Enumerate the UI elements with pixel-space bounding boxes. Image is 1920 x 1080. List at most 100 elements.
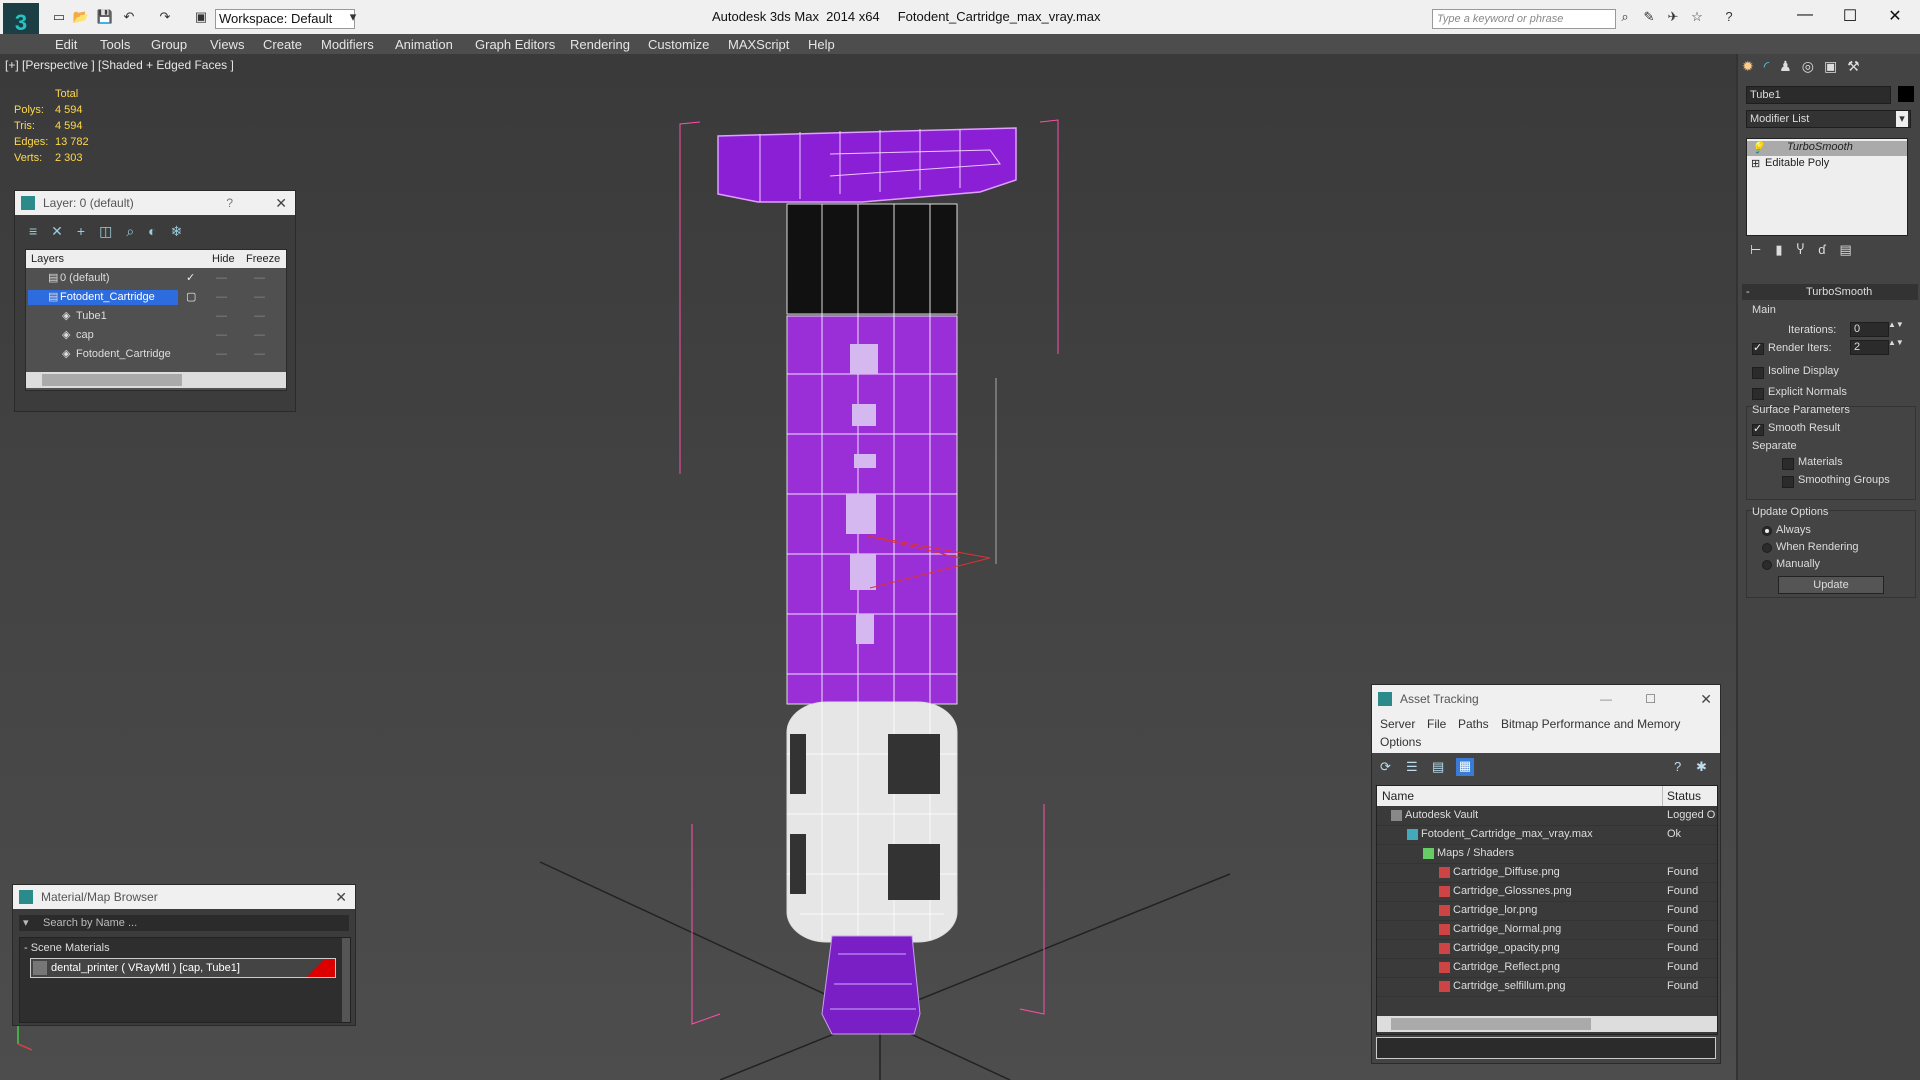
workspace-dropdown[interactable]: Workspace: Default	[215, 9, 355, 29]
list-view-icon[interactable]: ☰	[1406, 759, 1418, 775]
menu-group[interactable]: Group	[151, 37, 187, 52]
lightbulb-icon[interactable]: 💡	[1751, 141, 1765, 154]
isoline-display-checkbox[interactable]	[1752, 367, 1764, 379]
render-iters-checkbox[interactable]	[1752, 341, 1764, 355]
motion-tab-icon[interactable]: ◎	[1802, 58, 1824, 74]
layer-row[interactable]: ◈ cap — —	[26, 326, 286, 345]
remove-modifier-icon[interactable]: ɗ	[1818, 242, 1839, 257]
material-browser-title-bar[interactable]: Material/Map Browser ✕	[13, 885, 355, 909]
iterations-spinner[interactable]: 0	[1850, 322, 1889, 337]
spinner-arrows-icon[interactable]: ▲▼	[1888, 338, 1904, 347]
asset-row[interactable]: Cartridge_opacity.png Found	[1377, 939, 1717, 959]
modify-tab-icon[interactable]: ◜	[1764, 58, 1779, 74]
binoculars-icon[interactable]: ⌕	[1616, 9, 1634, 25]
asset-row[interactable]: Maps / Shaders	[1377, 844, 1717, 864]
menu-edit[interactable]: Edit	[55, 37, 77, 52]
delete-layer-icon[interactable]: ✕	[51, 223, 77, 239]
column-freeze[interactable]: Freeze	[246, 250, 280, 268]
smooth-result-checkbox[interactable]	[1752, 422, 1764, 436]
highlight-layer-icon[interactable]: ⌕	[126, 223, 148, 239]
stack-item-editable-poly[interactable]: ⊞ Editable Poly	[1747, 157, 1907, 172]
column-hide[interactable]: Hide	[212, 250, 235, 268]
pin-icon[interactable]: ✱	[1696, 759, 1707, 775]
menu-animation[interactable]: Animation	[395, 37, 453, 52]
menu-options[interactable]: Options	[1380, 735, 1421, 749]
menu-paths[interactable]: Paths	[1458, 717, 1489, 731]
communication-icon[interactable]: ✎	[1640, 9, 1658, 25]
asset-row[interactable]: Cartridge_Normal.png Found	[1377, 920, 1717, 940]
pin-stack-icon[interactable]: ⊢	[1750, 242, 1775, 257]
freeze-toggle[interactable]: —	[254, 288, 265, 307]
minimize-icon[interactable]: —	[1600, 685, 1612, 713]
layer-panel-title-bar[interactable]: Layer: 0 (default) ? ✕	[15, 191, 295, 215]
menu-server[interactable]: Server	[1380, 717, 1415, 731]
chevron-down-icon[interactable]: ▾	[1896, 111, 1908, 127]
hierarchy-tab-icon[interactable]: ♟	[1779, 58, 1802, 74]
active-layer-icon[interactable]: ▢	[186, 288, 196, 307]
stack-item-turbosmooth[interactable]: 💡 TurboSmooth	[1747, 141, 1907, 156]
menu-maxscript[interactable]: MAXScript	[728, 37, 789, 52]
modifier-list-dropdown[interactable]: Modifier List ▾	[1746, 110, 1911, 128]
layer-row[interactable]: ◈ Tube1 — —	[26, 307, 286, 326]
close-icon[interactable]: ✕	[1880, 6, 1910, 26]
close-icon[interactable]: ✕	[335, 885, 347, 909]
hide-toggle[interactable]: —	[216, 345, 227, 364]
asset-path-field[interactable]	[1376, 1037, 1716, 1059]
asset-row[interactable]: Fotodent_Cartridge_max_vray.max Ok	[1377, 825, 1717, 845]
exchange-icon[interactable]: ✈	[1664, 9, 1682, 25]
layer-row[interactable]: ▤ 0 (default) ✓ — —	[26, 269, 286, 288]
redo-icon[interactable]: ↷	[156, 9, 174, 25]
scene-materials-header[interactable]: - Scene Materials	[24, 942, 110, 954]
help-icon[interactable]: ?	[1674, 759, 1681, 774]
open-file-icon[interactable]: 📂	[72, 9, 90, 25]
hide-toggle[interactable]: —	[216, 269, 227, 288]
menu-graph-editors[interactable]: Graph Editors	[475, 37, 555, 52]
hide-toggle[interactable]: —	[216, 326, 227, 345]
freeze-all-icon[interactable]: ❄	[171, 223, 197, 239]
asset-row[interactable]: Autodesk Vault Logged O	[1377, 806, 1717, 826]
expand-icon[interactable]: ⊞	[1751, 157, 1760, 170]
hide-toggle[interactable]: —	[216, 307, 227, 326]
close-icon[interactable]: ✕	[1700, 685, 1712, 713]
create-tab-icon[interactable]: ✹	[1742, 58, 1764, 74]
materials-checkbox[interactable]	[1782, 458, 1794, 470]
help-icon[interactable]: ?	[1720, 9, 1738, 25]
new-file-icon[interactable]: ▭	[50, 9, 68, 25]
make-unique-icon[interactable]: Ⴤ	[1796, 242, 1818, 257]
update-button[interactable]: Update	[1778, 576, 1884, 594]
configure-sets-icon[interactable]: ▤	[1839, 242, 1865, 257]
detail-view-icon[interactable]: ▤	[1432, 759, 1444, 775]
asset-row[interactable]: Cartridge_lor.png Found	[1377, 901, 1717, 921]
freeze-toggle[interactable]: —	[254, 307, 265, 326]
freeze-toggle[interactable]: —	[254, 345, 265, 364]
maximize-icon[interactable]: ☐	[1835, 6, 1865, 26]
search-input[interactable]: Type a keyword or phrase	[1432, 9, 1616, 29]
table-view-icon[interactable]: ▦	[1456, 758, 1474, 776]
chevron-down-icon[interactable]: ▾	[23, 915, 29, 931]
vertical-scrollbar[interactable]	[342, 938, 350, 1022]
material-search-input[interactable]: ▾ Search by Name ...	[19, 915, 349, 931]
freeze-toggle[interactable]: —	[254, 326, 265, 345]
explicit-normals-checkbox[interactable]	[1752, 388, 1764, 400]
material-item[interactable]: dental_printer ( VRayMtl ) [cap, Tube1]	[30, 958, 336, 978]
smoothing-groups-checkbox[interactable]	[1782, 476, 1794, 488]
asset-row[interactable]: Cartridge_Glossnes.png Found	[1377, 882, 1717, 902]
menu-bitmap-performance[interactable]: Bitmap Performance and Memory	[1501, 717, 1680, 731]
display-tab-icon[interactable]: ▣	[1824, 58, 1847, 74]
project-folder-icon[interactable]: ▣	[192, 9, 210, 25]
hide-all-icon[interactable]: ◐	[148, 223, 170, 239]
menu-help[interactable]: Help	[808, 37, 835, 52]
select-objects-icon[interactable]: ◫	[99, 223, 126, 239]
undo-icon[interactable]: ↶	[120, 9, 138, 25]
favorites-star-icon[interactable]: ☆	[1688, 9, 1706, 25]
object-name-field[interactable]: Tube1	[1746, 86, 1891, 104]
utilities-tab-icon[interactable]: ⚒	[1847, 58, 1870, 74]
menu-rendering[interactable]: Rendering	[570, 37, 630, 52]
column-layers[interactable]: Layers	[31, 250, 64, 268]
when-rendering-radio[interactable]	[1762, 543, 1772, 553]
refresh-icon[interactable]: ⟳	[1380, 759, 1391, 775]
freeze-toggle[interactable]: —	[254, 269, 265, 288]
manually-radio[interactable]	[1762, 560, 1772, 570]
object-color-swatch[interactable]	[1898, 86, 1914, 102]
minimize-icon[interactable]: —	[1790, 6, 1820, 24]
